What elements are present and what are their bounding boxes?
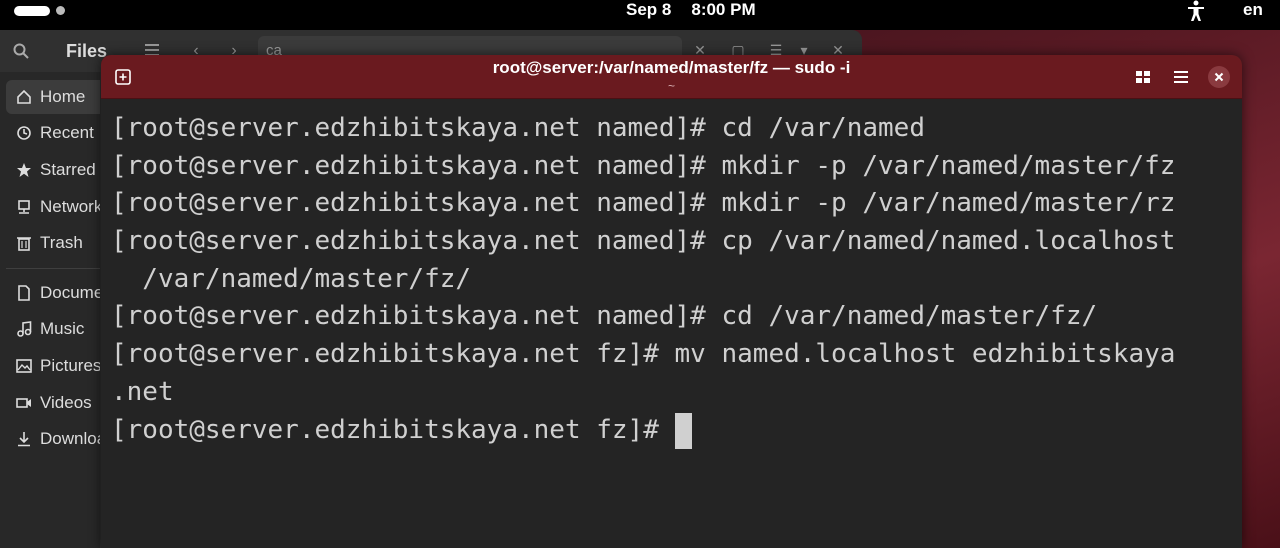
terminal-window[interactable]: root@server:/var/named/master/fz — sudo … [101, 55, 1242, 548]
sidebar-item-label: Videos [40, 393, 92, 412]
clock-icon [17, 126, 31, 140]
sidebar-item-label: Home [40, 87, 86, 106]
sidebar-item-label: Downloads [40, 429, 100, 448]
sidebar-item-label: Network [40, 197, 100, 216]
terminal-title: root@server:/var/named/master/fz — sudo … [492, 58, 851, 77]
top-bar: Sep 8 8:00 PM en [0, 0, 1280, 30]
accessibility-icon[interactable] [1186, 0, 1206, 22]
terminal-line: .net [111, 376, 174, 407]
activities-pill[interactable] [14, 6, 50, 16]
menu-icon[interactable] [1171, 67, 1191, 87]
video-icon [16, 398, 31, 408]
terminal-line: [root@server.edzhibitskaya.net named]# m… [111, 188, 1176, 219]
terminal-line: [root@server.edzhibitskaya.net named]# c… [111, 226, 1176, 257]
prompt-line: [root@server.edzhibitskaya.net fz]# [111, 412, 1236, 450]
sidebar-item-pictures[interactable]: Pictures [6, 349, 100, 383]
search-icon[interactable] [12, 42, 30, 60]
terminal-line: [root@server.edzhibitskaya.net named]# c… [111, 113, 925, 143]
sidebar-item-label: Starred [40, 160, 96, 179]
sidebar-item-documents[interactable]: Documents [6, 276, 100, 310]
date-label: Sep 8 [626, 0, 672, 19]
sidebar-item-music[interactable]: Music [6, 312, 100, 346]
sidebar-item-label: Music [40, 319, 85, 338]
terminal-line: [root@server.edzhibitskaya.net fz]# mv n… [111, 339, 1176, 370]
text-cursor [674, 412, 692, 449]
time-label: 8:00 PM [691, 0, 756, 19]
terminal-output[interactable]: [root@server.edzhibitskaya.net named]# c… [111, 110, 1236, 449]
language-indicator[interactable]: en [1243, 0, 1263, 20]
workspace-dot[interactable] [56, 6, 65, 15]
files-sidebar: Home Recent Starred Network Trash Docume… [0, 72, 100, 548]
sidebar-item-trash[interactable]: Trash [6, 226, 100, 260]
sidebar-item-downloads[interactable]: Downloads [6, 422, 100, 456]
close-icon [1214, 72, 1224, 82]
sidebar-item-network[interactable]: Network [6, 190, 100, 224]
network-icon [18, 200, 30, 214]
sidebar-item-label: Trash [40, 233, 83, 252]
sidebar-item-videos[interactable]: Videos [6, 386, 100, 420]
sidebar-item-starred[interactable]: Starred [6, 153, 100, 187]
terminal-header: root@server:/var/named/master/fz — sudo … [101, 55, 1242, 99]
home-icon [17, 89, 31, 104]
clock[interactable]: Sep 8 8:00 PM [626, 0, 776, 20]
prompt-text: [root@server.edzhibitskaya.net fz]# [111, 414, 675, 445]
sidebar-divider [6, 268, 100, 269]
close-button[interactable] [1208, 66, 1230, 88]
tab-overview-icon[interactable] [1133, 67, 1153, 87]
trash-icon [17, 237, 31, 251]
sidebar-item-label: Documents [40, 283, 100, 302]
download-icon [18, 432, 30, 447]
document-icon [18, 285, 30, 301]
sidebar-item-label: Recent [40, 123, 94, 142]
picture-icon [16, 359, 32, 373]
terminal-line: [root@server.edzhibitskaya.net named]# m… [111, 150, 1176, 181]
terminal-line: /var/named/master/fz/ [111, 263, 472, 294]
star-icon [17, 163, 31, 177]
sidebar-item-recent[interactable]: Recent [6, 116, 100, 150]
terminal-subtitle: ~ [667, 79, 675, 93]
sidebar-item-home[interactable]: Home [6, 80, 100, 114]
music-icon [17, 321, 32, 337]
sidebar-item-label: Pictures [40, 356, 100, 375]
terminal-line: [root@server.edzhibitskaya.net named]# c… [111, 301, 1098, 332]
